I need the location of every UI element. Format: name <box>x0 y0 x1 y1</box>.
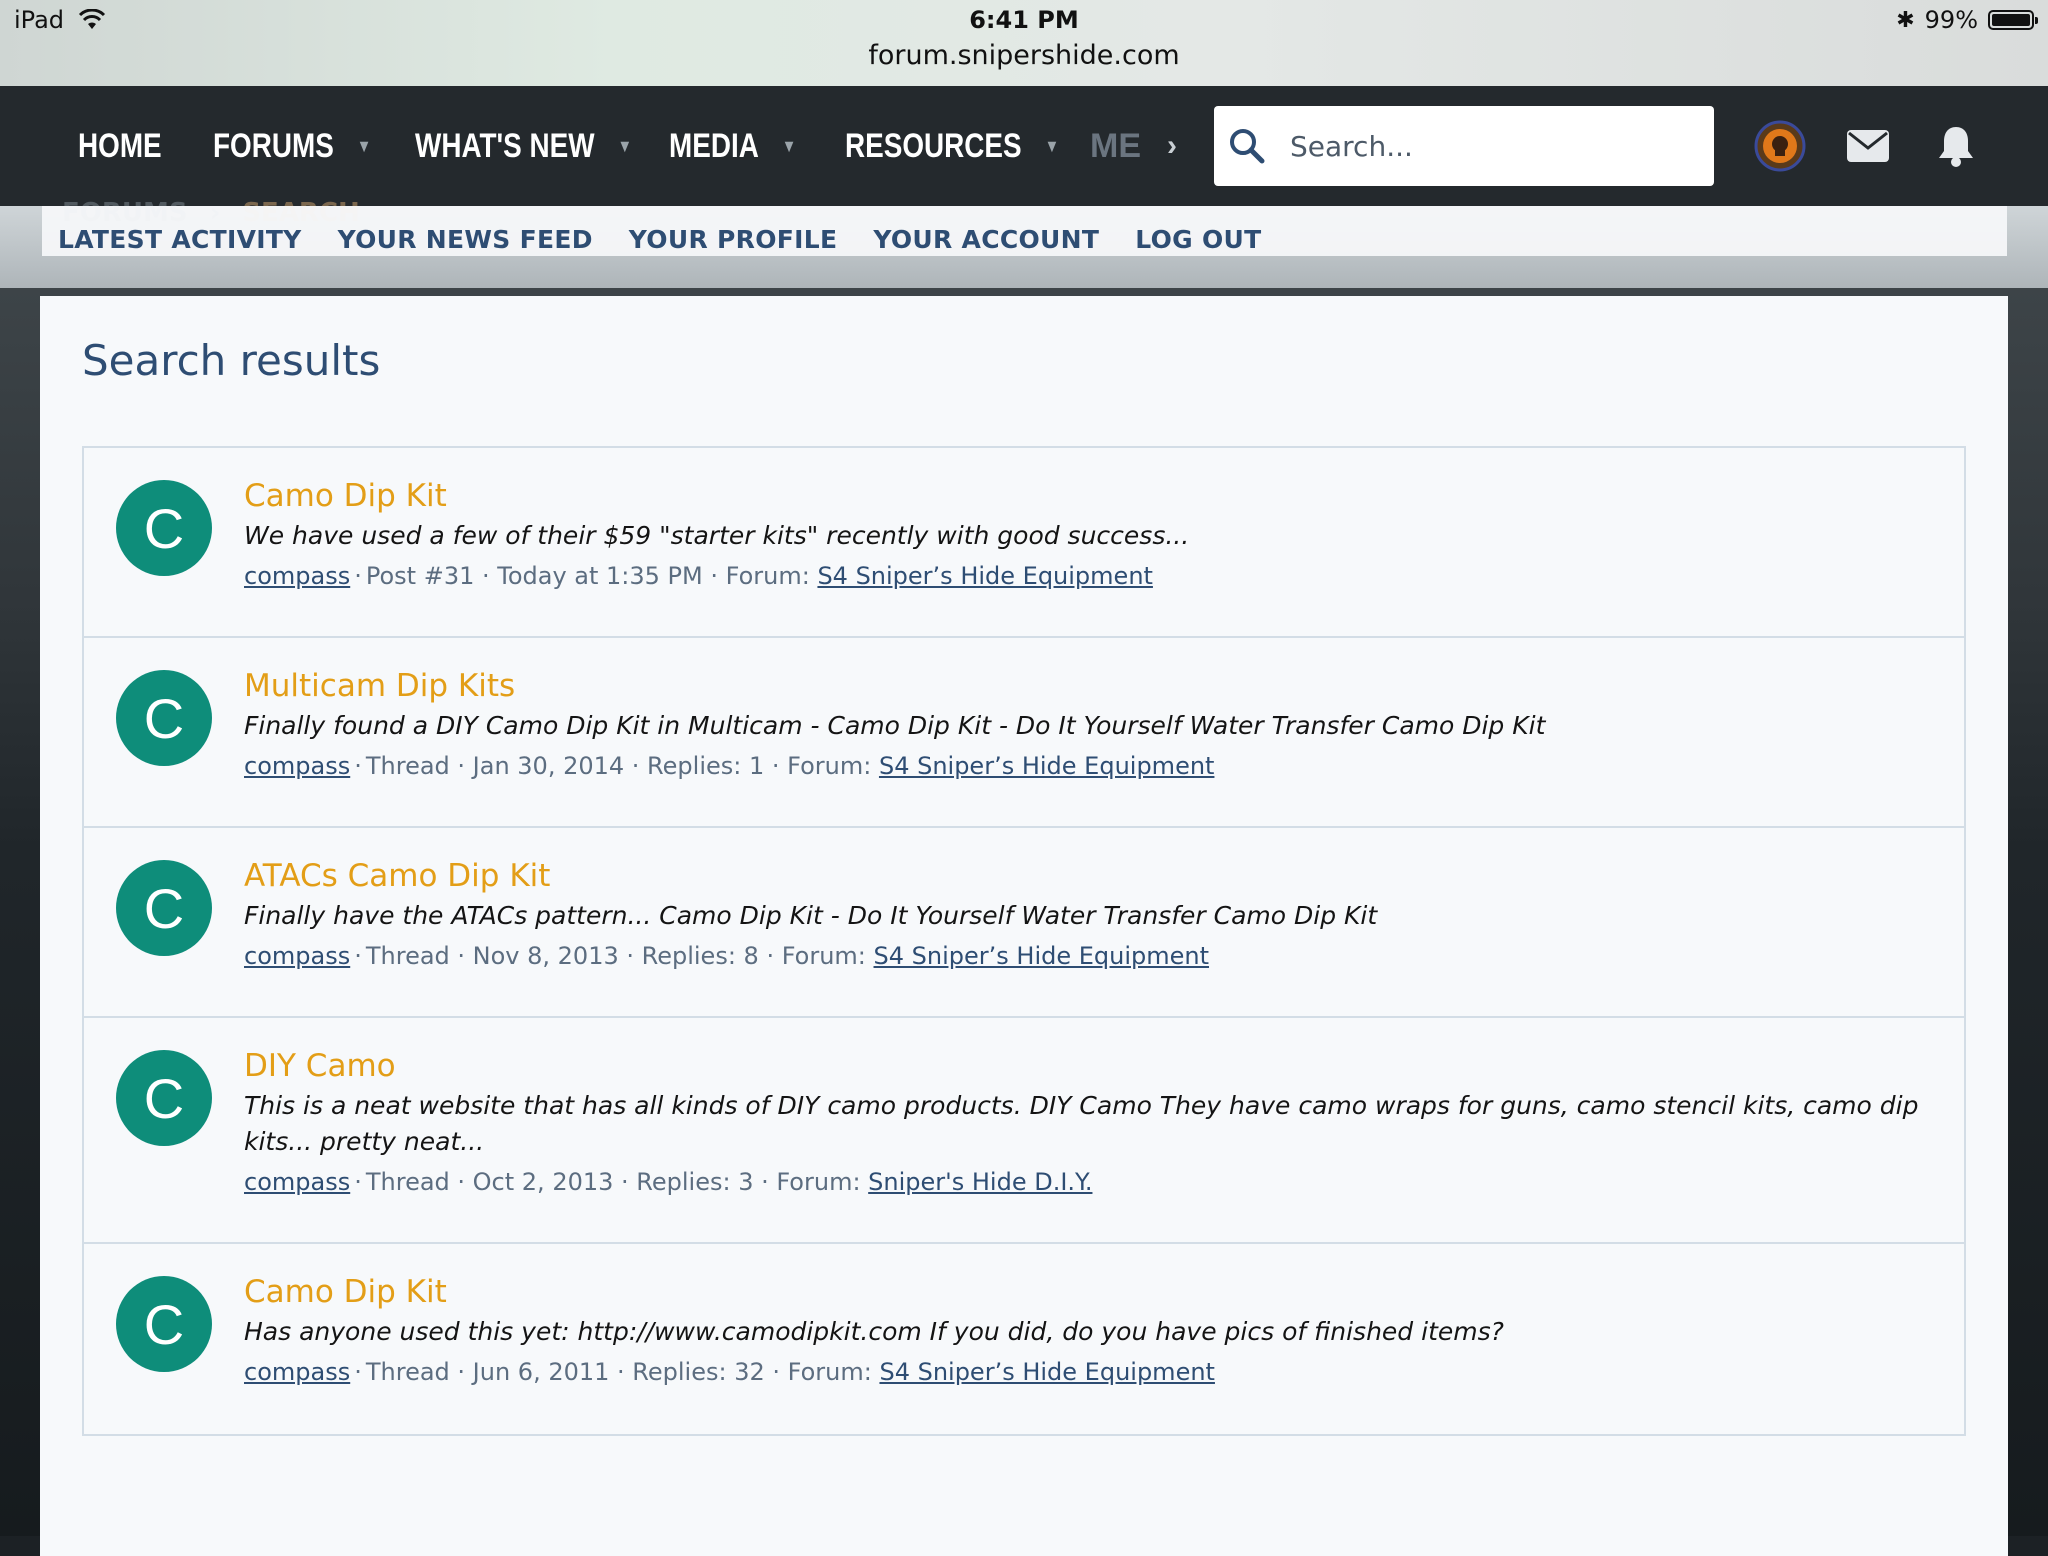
search-result: C DIY Camo This is a neat website that h… <box>84 1018 1964 1244</box>
separator-dot: · <box>354 752 362 780</box>
result-meta-text: Thread · Jan 30, 2014 · Replies: 1 · For… <box>365 752 872 780</box>
result-title[interactable]: ATACs Camo Dip Kit <box>244 856 1934 896</box>
subnav-latest-activity[interactable]: LATEST ACTIVITY <box>58 225 302 256</box>
separator-dot: · <box>354 1168 362 1196</box>
clock: 6:41 PM <box>969 6 1079 34</box>
search-results-list: C Camo Dip Kit We have used a few of the… <box>82 446 1966 1436</box>
search-input[interactable] <box>1288 128 1672 164</box>
avatar[interactable]: C <box>116 480 212 576</box>
nav-overflow[interactable]: ME › <box>1090 86 1177 206</box>
nav-forums-label: FORUMS <box>213 126 334 165</box>
bell-icon <box>1939 127 1973 167</box>
search-box[interactable] <box>1214 106 1714 186</box>
nav-media[interactable]: MEDIA ▼ <box>669 86 796 206</box>
avatar-icon <box>1754 120 1806 172</box>
author-link[interactable]: compass <box>244 562 350 590</box>
result-meta: compass · Thread · Nov 8, 2013 · Replies: … <box>244 938 1934 974</box>
address-bar[interactable]: forum.snipershide.com <box>0 40 2048 71</box>
page-title: Search results <box>82 336 381 385</box>
forum-link[interactable]: S4 Sniper’s Hide Equipment <box>879 752 1215 780</box>
nav-whats-new[interactable]: WHAT'S NEW ▼ <box>415 86 632 206</box>
envelope-icon <box>1847 130 1889 162</box>
result-meta: compass · Thread · Oct 2, 2013 · Replies: … <box>244 1164 1934 1200</box>
separator-dot: · <box>354 562 362 590</box>
forum-link[interactable]: Sniper's Hide D.I.Y. <box>868 1168 1092 1196</box>
nav-resources[interactable]: RESOURCES ▼ <box>845 86 1059 206</box>
author-link[interactable]: compass <box>244 942 350 970</box>
search-result: C ATACs Camo Dip Kit Finally have the AT… <box>84 828 1964 1018</box>
result-body: DIY Camo This is a neat website that has… <box>244 1046 1934 1200</box>
result-meta: compass · Thread · Jun 6, 2011 · Replies: … <box>244 1354 1934 1390</box>
nav-media-label: MEDIA <box>669 126 759 165</box>
author-link[interactable]: compass <box>244 752 350 780</box>
subnav-news-feed[interactable]: YOUR NEWS FEED <box>338 225 593 256</box>
result-meta: compass · Thread · Jan 30, 2014 · Replies:… <box>244 748 1934 784</box>
status-right: ✱ 99% <box>1896 6 2038 34</box>
subnav-profile[interactable]: YOUR PROFILE <box>629 225 838 256</box>
main-content: Search results C Camo Dip Kit We have us… <box>40 296 2008 1556</box>
nav-overflow-label: ME <box>1090 126 1141 165</box>
inbox-button[interactable] <box>1838 106 1898 186</box>
search-result: C Multicam Dip Kits Finally found a DIY … <box>84 638 1964 828</box>
separator-dot: · <box>354 942 362 970</box>
bluetooth-icon: ✱ <box>1896 7 1915 33</box>
result-snippet: This is a neat website that has all kind… <box>244 1091 1919 1156</box>
author-link[interactable]: compass <box>244 1358 350 1386</box>
status-bar: iPad 6:41 PM forum.snipershide.com ✱ 99% <box>0 0 2048 86</box>
result-title[interactable]: Camo Dip Kit <box>244 476 1934 516</box>
nav-whats-new-label: WHAT'S NEW <box>415 126 595 165</box>
result-body: Camo Dip Kit Has anyone used this yet: h… <box>244 1272 1934 1390</box>
alerts-button[interactable] <box>1926 106 1986 186</box>
result-title[interactable]: DIY Camo <box>244 1046 1934 1086</box>
separator-dot: · <box>354 1358 362 1386</box>
author-link[interactable]: compass <box>244 1168 350 1196</box>
nav-home-label: HOME <box>78 126 162 165</box>
battery-fill <box>1992 14 2030 26</box>
result-meta-text: Thread · Oct 2, 2013 · Replies: 3 · Foru… <box>365 1168 861 1196</box>
result-meta-text: Post #31 · Today at 1:35 PM · Forum: <box>365 562 810 590</box>
forum-link[interactable]: S4 Sniper’s Hide Equipment <box>879 1358 1215 1386</box>
search-result: C Camo Dip Kit We have used a few of the… <box>84 448 1964 638</box>
nav-home[interactable]: HOME <box>78 86 162 206</box>
chevron-right-icon[interactable]: › <box>1167 129 1177 163</box>
search-icon <box>1230 129 1265 164</box>
result-title[interactable]: Camo Dip Kit <box>244 1272 1934 1312</box>
subnav-account[interactable]: YOUR ACCOUNT <box>873 225 1099 256</box>
forum-link[interactable]: S4 Sniper’s Hide Equipment <box>817 562 1153 590</box>
caret-down-icon[interactable]: ▼ <box>782 136 797 157</box>
result-meta: compass · Post #31 · Today at 1:35 PM · Fo… <box>244 558 1934 594</box>
result-meta-text: Thread · Nov 8, 2013 · Replies: 8 · Foru… <box>365 942 866 970</box>
result-snippet: Finally found a DIY Camo Dip Kit in Mult… <box>244 711 1546 740</box>
subnav-log-out[interactable]: LOG OUT <box>1135 225 1261 256</box>
avatar[interactable]: C <box>116 1276 212 1372</box>
result-snippet: Finally have the ATACs pattern... Camo D… <box>244 901 1378 930</box>
avatar[interactable]: C <box>116 670 212 766</box>
user-avatar[interactable] <box>1750 106 1810 186</box>
caret-down-icon[interactable]: ▼ <box>357 136 372 157</box>
battery-percent: 99% <box>1924 6 1978 34</box>
forum-link[interactable]: S4 Sniper’s Hide Equipment <box>874 942 1210 970</box>
battery-icon <box>1988 10 2038 30</box>
result-body: Multicam Dip Kits Finally found a DIY Ca… <box>244 666 1934 784</box>
result-meta-text: Thread · Jun 6, 2011 · Replies: 32 · For… <box>365 1358 872 1386</box>
caret-down-icon[interactable]: ▼ <box>618 136 633 157</box>
caret-down-icon[interactable]: ▼ <box>1045 136 1060 157</box>
account-subnav: LATEST ACTIVITY YOUR NEWS FEED YOUR PROF… <box>42 206 2007 256</box>
nav-resources-label: RESOURCES <box>845 126 1022 165</box>
result-title[interactable]: Multicam Dip Kits <box>244 666 1934 706</box>
result-body: Camo Dip Kit We have used a few of their… <box>244 476 1934 594</box>
search-result: C Camo Dip Kit Has anyone used this yet:… <box>84 1244 1964 1434</box>
avatar[interactable]: C <box>116 1050 212 1146</box>
result-snippet: We have used a few of their $59 "starter… <box>244 521 1190 550</box>
nav-forums[interactable]: FORUMS ▼ <box>213 86 371 206</box>
result-body: ATACs Camo Dip Kit Finally have the ATAC… <box>244 856 1934 974</box>
avatar[interactable]: C <box>116 860 212 956</box>
result-snippet: Has anyone used this yet: http://www.cam… <box>244 1317 1504 1346</box>
